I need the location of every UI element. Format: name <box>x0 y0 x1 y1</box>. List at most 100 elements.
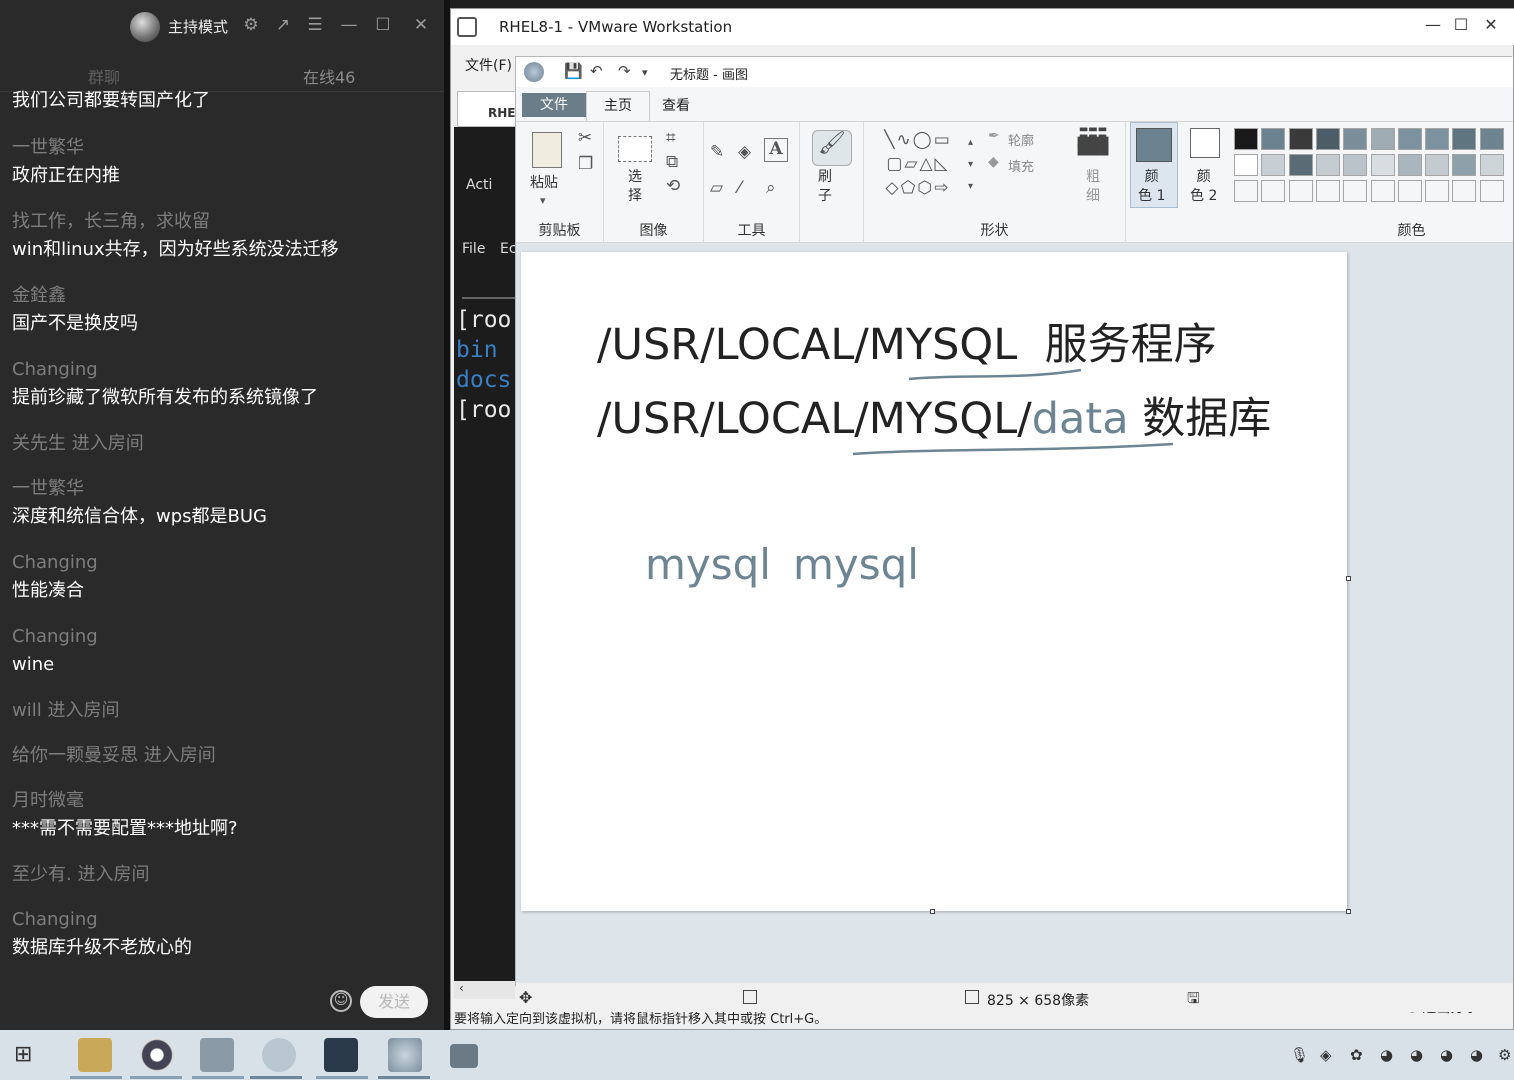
text-tool-icon[interactable]: A <box>764 138 788 162</box>
tray-app-icon[interactable]: ◈ <box>1320 1046 1332 1064</box>
size-icon[interactable]: ▬▬▬ ▬▬▬ ████ ████ <box>1072 125 1114 166</box>
taskbar-meeting-app[interactable] <box>262 1038 296 1072</box>
canvas-resize-handle-bottom[interactable] <box>930 909 935 914</box>
vm-horizontal-scrollbar[interactable]: ‹ <box>454 981 516 999</box>
paste-dropdown-icon[interactable]: ▾ <box>540 194 546 207</box>
taskbar-browser[interactable] <box>140 1038 174 1072</box>
cut-icon[interactable]: ✂ <box>578 128 592 148</box>
palette-swatch[interactable] <box>1397 128 1422 150</box>
palette-custom-swatch[interactable] <box>1234 180 1258 202</box>
palette-swatch[interactable] <box>1315 154 1340 176</box>
palette-swatch[interactable] <box>1452 154 1477 176</box>
palette-custom-swatch[interactable] <box>1288 180 1313 202</box>
tab-view[interactable]: 查看 <box>662 95 690 115</box>
palette-swatch[interactable] <box>1261 154 1286 176</box>
fill-bucket-icon[interactable]: ◈ <box>738 142 751 162</box>
message-list[interactable]: 我们公司都要转国产化了 一世繁华 政府正在内推 找工作，长三角，求收留 win和linu… <box>12 88 432 964</box>
palette-swatch[interactable] <box>1397 154 1422 176</box>
taskbar-app-c[interactable] <box>324 1038 358 1072</box>
tray-settings-icon[interactable]: ⚙ <box>1498 1046 1511 1064</box>
vmware-close-icon[interactable]: ✕ <box>1479 15 1503 34</box>
redo-icon[interactable]: ↷ <box>618 62 631 80</box>
palette-custom-swatch[interactable] <box>1370 180 1395 202</box>
vm-console[interactable]: Acti File Ec [roo bin docs [roo <box>454 127 517 987</box>
taskbar-paint[interactable] <box>388 1038 422 1072</box>
minimize-icon[interactable]: — <box>338 14 360 36</box>
microphone-icon[interactable]: 🎙 <box>1290 1046 1309 1064</box>
paint-logo-icon[interactable] <box>524 62 544 82</box>
copy-icon[interactable]: ❐ <box>578 154 593 174</box>
drawing-canvas[interactable]: /USR/LOCAL/MYSQL 服务程序 /USR/LOCAL/MYSQL/d… <box>521 252 1347 911</box>
palette-swatch[interactable] <box>1315 128 1340 150</box>
canvas-resize-handle-corner[interactable] <box>1346 909 1351 914</box>
host-avatar[interactable] <box>130 12 160 42</box>
palette-swatch[interactable] <box>1370 128 1395 150</box>
settings-icon[interactable]: ⚙ <box>240 14 262 36</box>
palette-swatch[interactable] <box>1234 154 1258 176</box>
color-picker-icon[interactable]: ⁄ <box>738 178 741 198</box>
palette-custom-swatch[interactable] <box>1343 180 1368 202</box>
outline-button[interactable]: 轮廓 <box>1008 130 1034 149</box>
tray-app-icon[interactable]: ✿ <box>1350 1046 1363 1064</box>
paste-icon[interactable] <box>532 132 562 168</box>
palette-custom-swatch[interactable] <box>1397 180 1422 202</box>
magnifier-icon[interactable]: ⌕ <box>766 178 776 198</box>
outline-icon[interactable]: ✒ <box>988 128 1000 144</box>
menu-icon[interactable]: ☰ <box>304 14 326 36</box>
palette-swatch[interactable] <box>1343 128 1368 150</box>
fill-icon[interactable]: ◆ <box>988 154 999 170</box>
maximize-icon[interactable]: ☐ <box>372 14 394 36</box>
palette-swatch[interactable] <box>1288 154 1313 176</box>
palette-custom-swatch[interactable] <box>1452 180 1477 202</box>
tab-group-chat[interactable]: 群聊 <box>88 64 120 88</box>
palette-custom-swatch[interactable] <box>1315 180 1340 202</box>
popout-icon[interactable]: ↗ <box>272 14 294 36</box>
color2-slot[interactable]: 颜色 2 <box>1180 122 1230 244</box>
resize-icon[interactable]: ⧉ <box>666 152 678 172</box>
eraser-icon[interactable]: ▱ <box>710 178 723 198</box>
tab-home[interactable]: 主页 <box>586 91 650 121</box>
palette-swatch[interactable] <box>1425 128 1450 150</box>
color1-slot[interactable]: 颜色 1 <box>1128 122 1178 244</box>
palette-swatch[interactable] <box>1479 154 1504 176</box>
undo-icon[interactable]: ↶ <box>590 62 603 80</box>
paste-button[interactable]: 粘贴 <box>530 174 558 193</box>
shapes-scroll-icon[interactable]: ▴ ▾ ▾ <box>968 132 973 198</box>
palette-swatch[interactable] <box>1425 154 1450 176</box>
pencil-icon[interactable]: ✎ <box>710 142 724 162</box>
send-button[interactable]: 发送 <box>360 986 428 1018</box>
tray-qq-icon[interactable]: ◕ <box>1380 1046 1393 1064</box>
taskbar-app-screen[interactable] <box>450 1044 478 1068</box>
canvas-area[interactable]: /USR/LOCAL/MYSQL 服务程序 /USR/LOCAL/MYSQL/d… <box>516 243 1513 983</box>
palette-swatch[interactable] <box>1370 154 1395 176</box>
crop-icon[interactable]: ⌗ <box>666 128 676 148</box>
emoji-icon[interactable]: ☺ <box>330 990 352 1012</box>
taskbar-vmware[interactable] <box>200 1038 234 1072</box>
vm-menu-file[interactable]: File <box>462 241 485 257</box>
palette-swatch[interactable] <box>1479 128 1504 150</box>
tray-qq-icon[interactable]: ◕ <box>1410 1046 1423 1064</box>
canvas-resize-handle-right[interactable] <box>1346 576 1351 581</box>
select-icon[interactable] <box>618 136 652 162</box>
save-icon[interactable]: 💾 <box>564 62 583 80</box>
shapes-gallery[interactable]: ╲∿◯▭ ▢▱△◺ ◇⬠⬡⇨ <box>868 128 968 200</box>
tab-file[interactable]: 文件 <box>522 93 586 117</box>
host-mode-label[interactable]: 主持模式 <box>168 16 228 37</box>
qat-dropdown-icon[interactable]: ▾ <box>642 66 648 79</box>
vmware-maximize-icon[interactable]: ☐ <box>1449 15 1473 34</box>
rotate-icon[interactable]: ⟲ <box>666 176 680 196</box>
start-button[interactable]: ⊞ <box>14 1042 40 1068</box>
tray-qq-icon[interactable]: ◕ <box>1440 1046 1453 1064</box>
vmware-minimize-icon[interactable]: — <box>1421 15 1445 34</box>
vmware-menu-file[interactable]: 文件(F) <box>465 55 512 75</box>
palette-custom-swatch[interactable] <box>1261 180 1286 202</box>
taskbar-file-explorer[interactable] <box>78 1038 112 1072</box>
palette-swatch[interactable] <box>1261 128 1286 150</box>
palette-swatch[interactable] <box>1288 128 1313 150</box>
brushes-button[interactable]: 刷子 <box>818 168 832 206</box>
palette-custom-swatch[interactable] <box>1479 180 1504 202</box>
brush-icon[interactable]: 🖌 <box>812 130 852 166</box>
palette-swatch[interactable] <box>1343 154 1368 176</box>
close-icon[interactable]: ✕ <box>410 14 432 36</box>
palette-swatch[interactable] <box>1452 128 1477 150</box>
